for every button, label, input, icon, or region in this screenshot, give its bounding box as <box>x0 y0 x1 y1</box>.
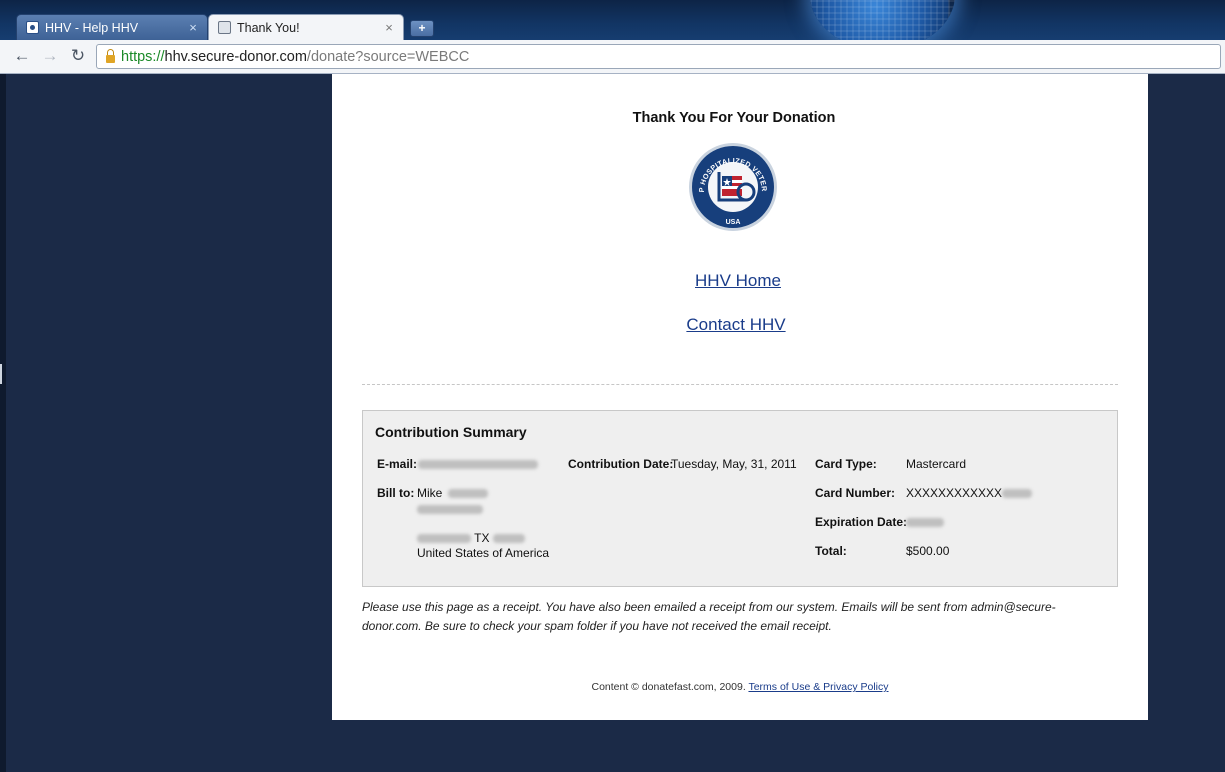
url-path: /donate?source=WEBCC <box>306 48 470 65</box>
close-tab-icon[interactable]: × <box>381 20 397 35</box>
footer-copyright: Content © donatefast.com, 2009. <box>591 681 746 693</box>
receipt-note: Please use this page as a receipt. You h… <box>362 600 1056 633</box>
bill-to-state: TX <box>474 531 490 545</box>
contribution-summary: Contribution Summary E-mail: Bill to: Mi… <box>362 410 1118 587</box>
card-number-label: Card Number: <box>815 486 896 500</box>
hhv-favicon-icon <box>26 21 39 34</box>
bill-to-country: United States of America <box>417 546 550 560</box>
logo-text-bottom: USA <box>726 219 741 226</box>
tab-title: Thank You! <box>237 20 300 35</box>
bill-to-zip-redacted <box>492 534 525 544</box>
browser-toolbar: ← → ↻ https://hhv.secure-donor.com/donat… <box>0 40 1225 74</box>
expiration-date-redacted <box>906 515 944 529</box>
card-number-value: XXXXXXXXXXXX <box>906 486 1033 500</box>
expiration-date-label: Expiration Date: <box>815 515 908 529</box>
page-content: Thank You For Your Donation HELP HOSPITA… <box>332 74 1148 720</box>
summary-title: Contribution Summary <box>375 424 527 440</box>
tab-strip: HHV - Help HHV × Thank You! × + <box>0 0 1225 40</box>
globe-favicon-icon <box>218 21 231 34</box>
card-type-label: Card Type: <box>815 457 877 471</box>
lock-icon <box>106 49 115 63</box>
url-scheme: https:// <box>121 48 165 65</box>
contact-hhv-link[interactable]: Contact HHV <box>328 315 1144 335</box>
bill-to-label: Bill to: <box>377 486 415 500</box>
contribution-date-label: Contribution Date: <box>568 457 674 471</box>
window-edge <box>0 74 6 772</box>
bill-to-city-redacted <box>417 534 471 544</box>
reload-icon[interactable]: ↻ <box>68 46 88 66</box>
close-tab-icon[interactable]: × <box>185 20 201 35</box>
url-host: hhv.secure-donor.com <box>164 48 307 65</box>
hhv-logo: HELP HOSPITALIZED VETERANS USA <box>688 142 777 231</box>
hhv-home-link[interactable]: HHV Home <box>330 271 1146 291</box>
email-value-redacted <box>418 457 538 471</box>
terms-privacy-link[interactable]: Terms of Use & Privacy Policy <box>748 681 888 693</box>
bill-to-city-state-zip: TX <box>417 531 525 545</box>
card-number-masked: XXXXXXXXXXXX <box>906 486 1003 500</box>
section-divider <box>362 384 1118 385</box>
bill-to-street-redacted <box>417 502 483 516</box>
card-type-value: Mastercard <box>906 457 967 471</box>
contribution-date-value: Tuesday, May, 31, 2011 <box>671 457 797 471</box>
bill-to-name: Mike <box>417 486 488 500</box>
card-last-digits-redacted <box>1002 489 1033 499</box>
footer: Content © donatefast.com, 2009. Terms of… <box>332 681 1148 693</box>
new-tab-button[interactable]: + <box>410 20 434 37</box>
total-label: Total: <box>815 544 847 558</box>
back-arrow-icon[interactable]: ← <box>12 46 32 66</box>
tab-title: HHV - Help HHV <box>45 20 139 35</box>
tab-hhv[interactable]: HHV - Help HHV × <box>16 14 208 40</box>
bill-to-first-name: Mike <box>417 486 443 500</box>
address-bar[interactable]: https://hhv.secure-donor.com/donate?sour… <box>96 44 1221 69</box>
total-value: $500.00 <box>906 544 950 558</box>
tab-thank-you[interactable]: Thank You! × <box>208 14 404 40</box>
bill-to-last-name-redacted <box>447 489 488 499</box>
forward-arrow-icon[interactable]: → <box>40 46 60 66</box>
page-title: Thank You For Your Donation <box>632 110 836 126</box>
email-label: E-mail: <box>377 457 418 471</box>
globe-decoration <box>810 0 955 40</box>
